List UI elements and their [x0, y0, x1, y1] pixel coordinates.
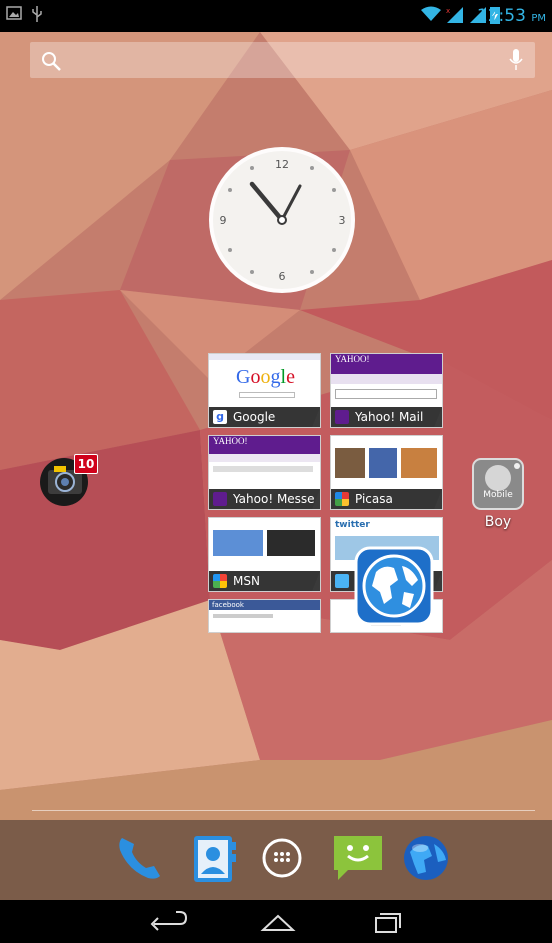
camera-app-icon[interactable]: 10 — [38, 452, 98, 508]
clock-numeral-12: 12 — [275, 158, 289, 171]
bookmark-yahoo-messenger[interactable]: YAHOO! Yahoo! Messe.. — [208, 435, 321, 510]
camera-notification-badge: 10 — [74, 454, 98, 474]
contacts-icon[interactable] — [186, 830, 242, 886]
google-favicon-icon: g — [213, 410, 227, 424]
bookmark-yahoo-messenger-label: Yahoo! Messe.. — [209, 489, 320, 509]
boy-app-label: Boy — [484, 514, 512, 530]
back-button[interactable] — [144, 906, 194, 938]
home-button[interactable] — [253, 906, 303, 938]
bookmark-facebook[interactable]: facebook — [208, 599, 321, 633]
bookmark-msn[interactable]: MSN — [208, 517, 321, 592]
yahoo-messenger-favicon-icon — [213, 492, 227, 506]
clock-numeral-3: 3 — [339, 214, 346, 227]
twitter-bird-icon — [335, 574, 349, 588]
google-search-bar[interactable] — [30, 42, 535, 78]
bookmark-picasa[interactable]: Picasa — [330, 435, 443, 510]
dock-divider — [32, 810, 535, 811]
twitter-wordmark: twitter — [335, 520, 370, 530]
status-clock: 12:53 PM — [477, 6, 546, 29]
bookmark-google-label: g Google — [209, 407, 320, 427]
bookmark-picasa-label: Picasa — [331, 489, 442, 509]
usb-icon — [32, 6, 42, 22]
phone-icon[interactable] — [112, 830, 168, 886]
signal-strength-icon: x — [446, 7, 463, 23]
svg-text:x: x — [446, 7, 450, 15]
status-time: 12:53 — [476, 6, 526, 26]
bookmark-yahoo-mail-label: Yahoo! Mail — [331, 407, 442, 427]
yahoo-mail-header: YAHOO! — [331, 354, 442, 374]
bookmark-msn-label: MSN — [209, 571, 320, 591]
status-ampm: PM — [531, 13, 546, 24]
mobile-icon-text: Mobile — [483, 490, 513, 500]
recent-apps-button[interactable] — [362, 906, 412, 938]
status-bar: x 12:53 PM — [0, 0, 552, 32]
yahoo-messenger-header: YAHOO! — [209, 436, 320, 454]
yahoo-favicon-icon — [335, 410, 349, 424]
analog-clock-widget[interactable]: 12 3 6 9 — [208, 146, 356, 294]
facebook-header: facebook — [209, 600, 320, 610]
search-icon[interactable] — [40, 50, 62, 72]
msn-butterfly-icon — [213, 574, 227, 588]
navigation-bar — [0, 900, 552, 943]
bookmark-yahoo-mail[interactable]: YAHOO! Yahoo! Mail — [330, 353, 443, 428]
messaging-icon[interactable] — [330, 830, 386, 886]
mobile-app-icon — [472, 458, 524, 510]
clock-numeral-9: 9 — [220, 214, 227, 227]
dock — [0, 820, 552, 900]
world-globe-app-icon[interactable] — [354, 546, 434, 626]
browser-icon[interactable] — [398, 830, 454, 886]
clock-numeral-6: 6 — [279, 270, 286, 283]
boy-app-icon[interactable]: Mobile Boy — [470, 456, 526, 536]
wifi-icon — [421, 6, 441, 21]
picasa-favicon-icon — [335, 492, 349, 506]
home-screen: x 12:53 PM 12 3 6 9 Google g Google YAHO… — [0, 0, 552, 943]
bookmark-google[interactable]: Google g Google — [208, 353, 321, 428]
google-logo: Google — [236, 366, 295, 388]
all-apps-icon[interactable] — [254, 830, 310, 886]
microphone-icon[interactable] — [509, 48, 523, 72]
screenshot-notification-icon — [6, 6, 22, 20]
